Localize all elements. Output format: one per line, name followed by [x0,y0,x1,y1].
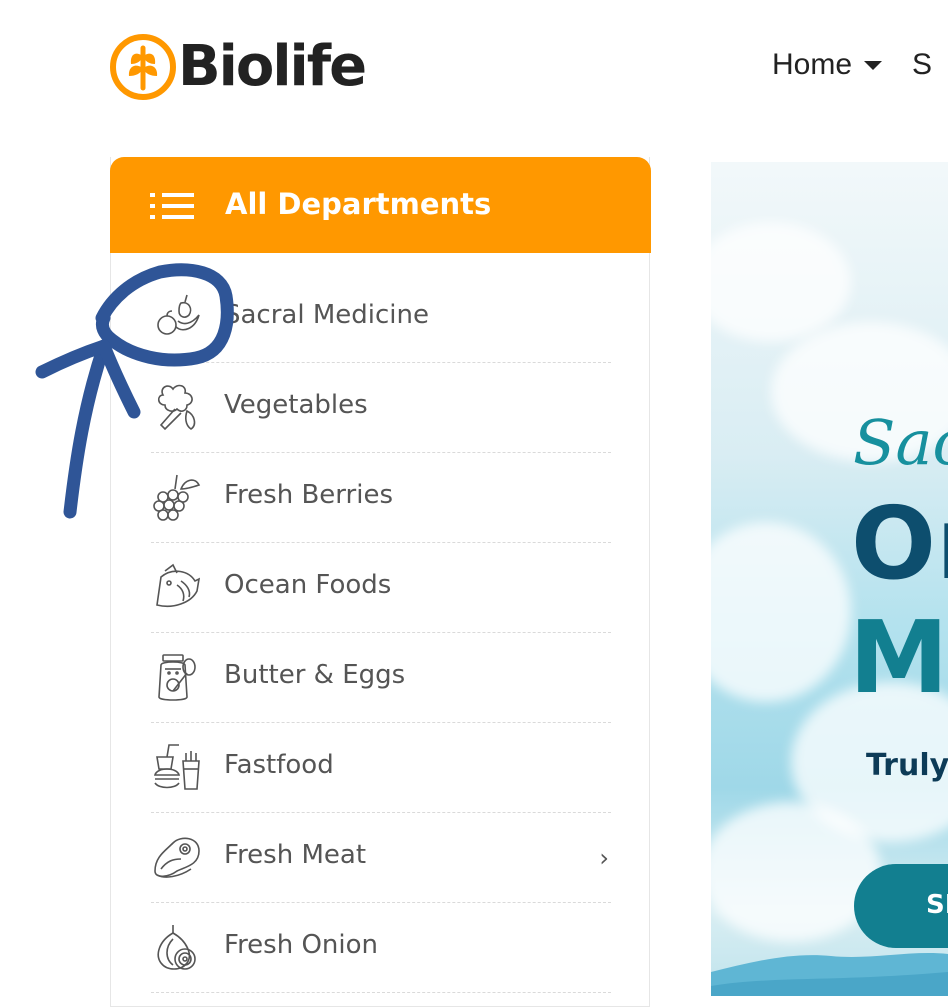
onion-icon [157,925,196,970]
department-item-vegetables[interactable]: Vegetables [151,363,611,453]
annotation-arrow-shaft [63,339,111,519]
department-label: Fastfood [224,750,334,780]
hero-headline-line-2: M [849,599,948,716]
department-label: Fresh Onion [224,930,379,960]
hero-tagline: Truly [866,748,948,783]
brand-name: Biolife [178,34,367,99]
wheat-leaf-icon [110,34,176,100]
broccoli-icon [157,384,196,431]
chevron-right-icon[interactable]: › [599,844,609,872]
caret-down-icon [864,60,883,70]
brand-logo[interactable]: Biolife [110,34,367,100]
main-nav: Home S [772,48,932,82]
fish-icon [156,563,201,607]
department-item-fresh-berries[interactable]: Fresh Berries [151,453,611,543]
department-label: Fresh Berries [224,480,393,510]
departments-header[interactable]: All Departments [110,157,651,253]
berries-icon [153,474,201,521]
hero-subtitle: Sacr [853,406,948,479]
meat-icon [154,837,200,878]
department-label: Vegetables [224,390,368,420]
department-label: Butter & Eggs [224,660,406,690]
list-icon [150,193,196,219]
cloud-decoration [711,522,851,702]
departments-list: Sacral Medicine Vegetables Fresh Berries [151,273,611,993]
departments-panel: All Departments Sacral Medicine Vegetabl… [110,157,651,1007]
hero-button-label: SI [926,890,948,920]
department-item-fresh-onion[interactable]: Fresh Onion [151,903,611,993]
department-label: Ocean Foods [224,570,392,600]
fastfood-icon [153,744,200,790]
nav-item-label: S [912,48,933,81]
hill-decoration [711,953,948,996]
department-item-fastfood[interactable]: Fastfood [151,723,611,813]
cloud-decoration [711,222,851,342]
hero-headline-line-1: Or [851,485,948,602]
department-item-ocean-foods[interactable]: Ocean Foods [151,543,611,633]
department-item-butter-eggs[interactable]: Butter & Eggs [151,633,611,723]
nav-item-home[interactable]: Home [772,48,883,82]
hero-shop-button[interactable]: SI [854,864,948,948]
jar-icon [158,654,196,701]
nav-item-2[interactable]: S [912,48,932,82]
nav-item-label: Home [772,48,853,81]
departments-title: All Departments [225,187,492,221]
department-label: Sacral Medicine [224,300,429,330]
cloud-decoration [711,802,881,942]
department-item-fresh-meat[interactable]: Fresh Meat › [151,813,611,903]
fruits-icon [157,294,200,335]
hero-banner: Sacr Or M Truly SI [711,162,948,996]
department-label: Fresh Meat [224,840,367,870]
department-item-sacral-medicine[interactable]: Sacral Medicine [151,273,611,363]
